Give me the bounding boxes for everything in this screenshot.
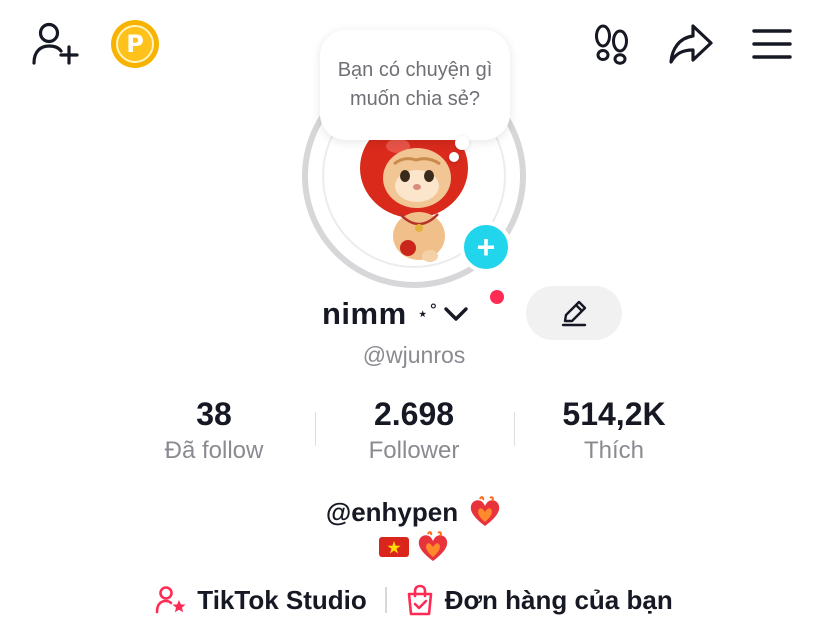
note-bubble-text: Bạn có chuyện gì muốn chia sẻ? — [337, 59, 493, 110]
display-name-row[interactable]: nimm ⋆˚ — [322, 294, 470, 334]
links-divider — [384, 587, 387, 613]
heart-on-fire-emoji — [416, 530, 450, 564]
coin-button[interactable]: P — [111, 20, 159, 68]
display-name-decoration: ⋆˚ — [416, 303, 439, 325]
edit-profile-button[interactable] — [526, 286, 622, 340]
followers-stat[interactable]: 2.698 Follower — [314, 394, 514, 466]
bio-line: @enhypen ❤️‍🔥 — [0, 495, 828, 529]
heart-on-fire-emoji — [468, 495, 502, 529]
profile-views-button[interactable] — [590, 22, 634, 66]
followers-label: Follower — [368, 437, 460, 464]
bio-line: 🇻🇳 ❤️‍🔥 — [0, 530, 828, 564]
menu-button[interactable] — [750, 24, 794, 64]
bubble-tail-dot-small — [449, 152, 459, 162]
person-star-icon — [155, 586, 186, 614]
orders-link[interactable]: Đơn hàng của bạn — [405, 584, 673, 616]
share-button[interactable] — [666, 20, 716, 68]
coin-icon: P — [116, 25, 154, 63]
following-label: Đã follow — [164, 437, 264, 464]
shopping-bag-icon — [407, 584, 433, 616]
following-stat[interactable]: 38 Đã follow — [114, 394, 314, 466]
chevron-down-icon — [444, 307, 468, 321]
plus-icon: + — [476, 229, 496, 265]
add-story-button[interactable]: + — [460, 221, 512, 273]
likes-label: Thích — [583, 437, 645, 464]
pencil-icon — [561, 300, 587, 327]
likes-count: 514,2K — [562, 396, 666, 432]
person-plus-icon — [32, 22, 79, 65]
followers-count: 2.698 — [373, 396, 455, 432]
note-bubble[interactable]: Bạn có chuyện gì muốn chia sẻ? — [320, 30, 510, 140]
orders-label: Đơn hàng của bạn — [444, 584, 673, 615]
footprints-icon — [595, 24, 628, 65]
display-name: nimm — [322, 296, 407, 331]
likes-stat[interactable]: 514,2K Thích — [514, 394, 714, 466]
share-icon — [669, 24, 713, 64]
bubble-tail-dot — [455, 136, 469, 150]
coin-letter: P — [126, 30, 144, 58]
following-count: 38 — [196, 396, 232, 432]
bio-mention[interactable]: @enhypen — [326, 497, 458, 528]
profile-page: P Bạn có chuyện gì muốn chia sẻ? + nimm … — [0, 0, 828, 638]
username: @wjunros — [362, 342, 466, 368]
hamburger-menu-icon — [752, 29, 792, 59]
tiktok-studio-label: TikTok Studio — [197, 584, 367, 615]
vietnam-flag-emoji — [378, 535, 410, 559]
add-friend-button[interactable] — [30, 20, 82, 68]
tiktok-studio-link[interactable]: TikTok Studio — [155, 584, 367, 616]
notification-dot — [490, 290, 504, 304]
profile-links: TikTok Studio Đơn hàng của bạn — [0, 584, 828, 616]
